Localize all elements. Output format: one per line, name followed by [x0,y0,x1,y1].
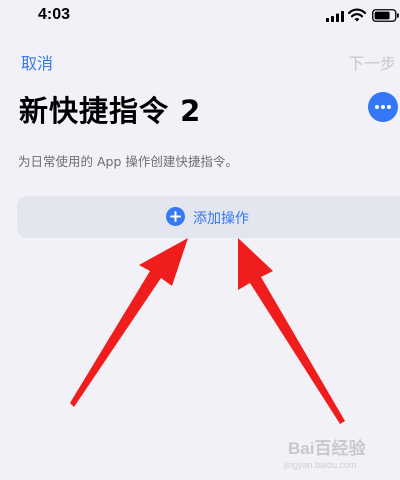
red-arrow-left [70,238,188,407]
red-arrow-right [238,238,345,424]
watermark-text: Bai百经验 [288,439,366,458]
baidu-watermark: Bai百经验 jingyan.baidu.com [282,430,398,478]
watermark-url: jingyan.baidu.com [284,460,357,470]
annotation-arrows [70,238,345,424]
